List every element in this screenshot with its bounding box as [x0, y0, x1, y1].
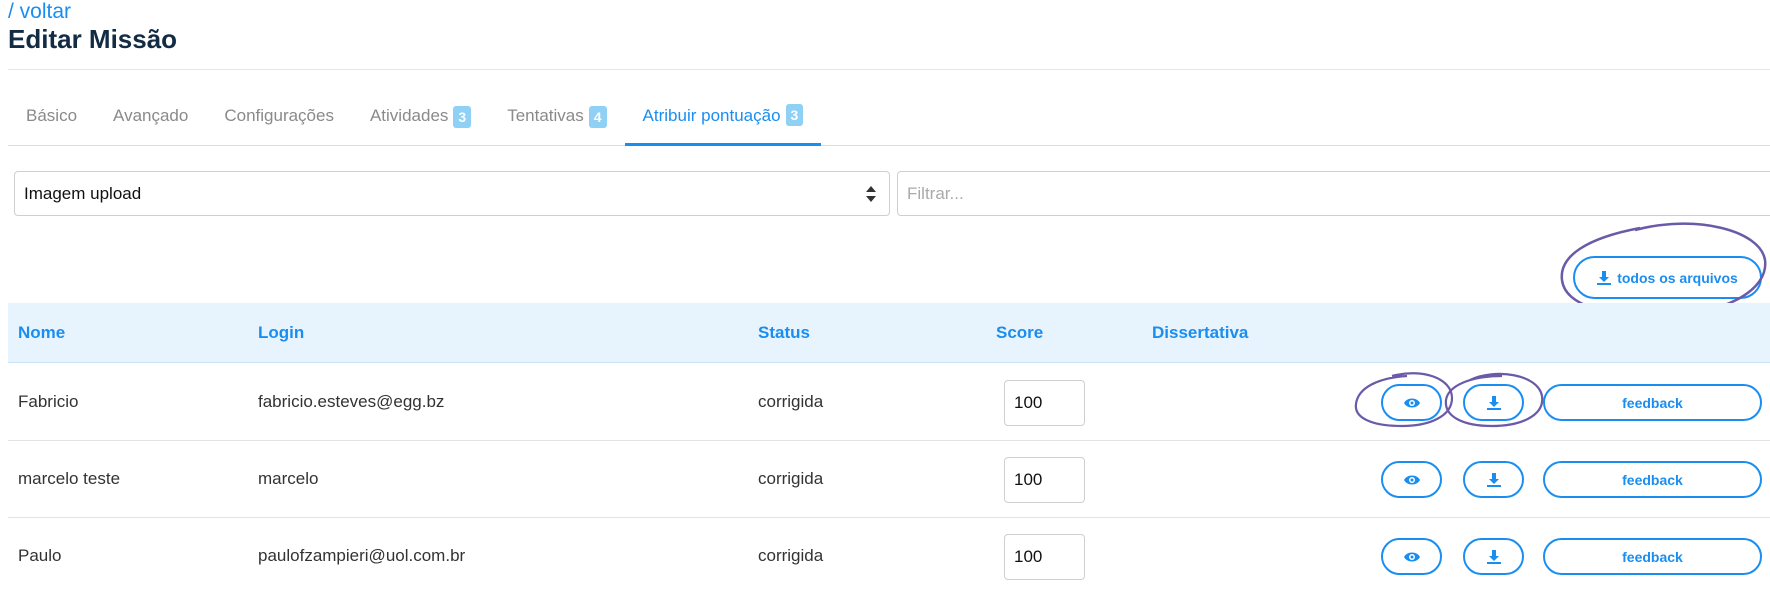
view-button[interactable]	[1381, 461, 1442, 498]
view-button[interactable]	[1381, 384, 1442, 421]
button-label: feedback	[1622, 548, 1683, 565]
cell-login: fabricio.esteves@egg.bz	[258, 392, 445, 411]
score-input[interactable]	[1004, 380, 1085, 426]
cell-login: paulofzampieri@uol.com.br	[258, 546, 466, 565]
feedback-button[interactable]: feedback	[1543, 384, 1762, 421]
cell-name: marcelo teste	[18, 469, 121, 488]
tab-tentativas[interactable]: Tentativas 4	[489, 92, 624, 146]
button-label: feedback	[1622, 471, 1683, 488]
select-arrows-icon	[866, 186, 876, 202]
feedback-button[interactable]: feedback	[1543, 461, 1762, 498]
header-divider	[8, 69, 1770, 70]
column-header-status[interactable]: Status	[758, 323, 810, 343]
tab-avancado[interactable]: Avançado	[95, 92, 206, 146]
filter-input[interactable]	[897, 171, 1770, 216]
download-button[interactable]	[1463, 538, 1524, 575]
feedback-button[interactable]: feedback	[1543, 538, 1762, 575]
score-input[interactable]	[1004, 534, 1085, 580]
download-icon	[1597, 270, 1612, 285]
tab-bar: Básico Avançado Configurações Atividades…	[8, 92, 1770, 146]
view-button[interactable]	[1381, 538, 1442, 575]
tab-label: Atividades	[369, 106, 449, 125]
eye-icon	[1403, 552, 1420, 561]
column-header-dissertativa[interactable]: Dissertativa	[1152, 323, 1248, 343]
tab-atribuir-pontuacao[interactable]: Atribuir pontuação 3	[624, 92, 822, 146]
button-label: feedback	[1622, 394, 1683, 411]
download-icon	[1486, 395, 1501, 410]
count-badge: 4	[588, 106, 607, 128]
select-value: Imagem upload	[24, 183, 142, 203]
download-icon	[1486, 549, 1501, 564]
cell-name: Paulo	[18, 546, 62, 565]
eye-icon	[1403, 398, 1420, 407]
table-header: Nome Login Status Score Dissertativa	[8, 303, 1770, 363]
column-header-score[interactable]: Score	[996, 323, 1043, 343]
tab-atividades[interactable]: Atividades 3	[352, 92, 489, 146]
count-badge: 3	[453, 106, 472, 128]
tab-label: Básico	[26, 106, 78, 125]
tab-label: Avançado	[113, 106, 189, 125]
table-row: Fabricio fabricio.esteves@egg.bz corrigi…	[8, 364, 1770, 441]
activity-select[interactable]: Imagem upload	[14, 171, 890, 216]
button-label: todos os arquivos	[1617, 269, 1738, 286]
count-badge: 3	[785, 104, 804, 126]
column-header-login[interactable]: Login	[258, 323, 304, 343]
tab-label: Tentativas	[507, 106, 584, 125]
tab-label: Atribuir pontuação	[642, 106, 781, 125]
page-title: Editar Missão	[8, 24, 178, 54]
tab-configuracoes[interactable]: Configurações	[206, 92, 352, 146]
table-row: marcelo teste marcelo corrigida feedback	[8, 441, 1770, 518]
score-input[interactable]	[1004, 457, 1085, 503]
cell-status: corrigida	[758, 392, 824, 411]
tab-label: Configurações	[224, 106, 334, 125]
download-all-files-button[interactable]: todos os arquivos	[1573, 256, 1762, 299]
cell-name: Fabricio	[18, 392, 79, 411]
column-header-name[interactable]: Nome	[18, 323, 65, 343]
download-icon	[1486, 472, 1501, 487]
download-button[interactable]	[1463, 461, 1524, 498]
cell-status: corrigida	[758, 546, 824, 565]
tab-basico[interactable]: Básico	[8, 92, 95, 146]
table-row: Paulo paulofzampieri@uol.com.br corrigid…	[8, 518, 1770, 594]
cell-status: corrigida	[758, 469, 824, 488]
back-link[interactable]: / voltar	[8, 0, 71, 24]
download-button[interactable]	[1463, 384, 1524, 421]
eye-icon	[1403, 475, 1420, 484]
cell-login: marcelo	[258, 469, 319, 488]
